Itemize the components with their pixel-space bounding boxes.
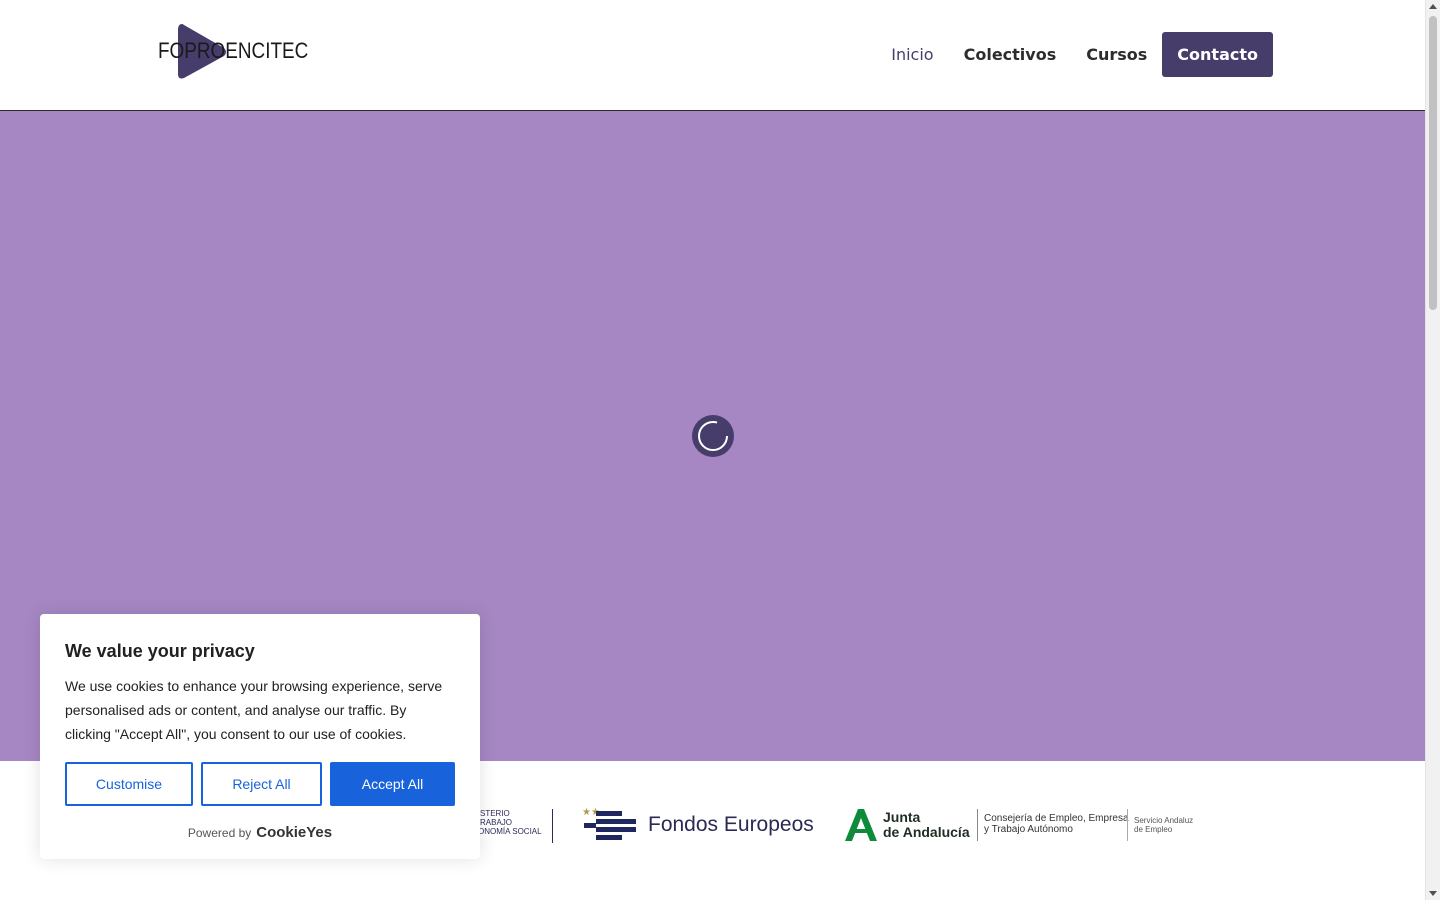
powered-by: Powered by CookieYes xyxy=(65,824,455,841)
cookie-buttons: Customise Reject All Accept All xyxy=(65,762,455,806)
site-logo[interactable]: FOPROENCITEC xyxy=(158,20,308,84)
junta-divider xyxy=(977,809,978,841)
nav-contacto-button[interactable]: Contacto xyxy=(1162,32,1273,77)
ministerio-line: RABAJO xyxy=(480,818,513,827)
ministerio-line: ONOMÍA SOCIAL xyxy=(478,827,542,836)
junta-sae: Servicio Andaluz de Empleo xyxy=(1134,816,1193,834)
fondos-europeos-logo: ★★ Fondos Europeos xyxy=(582,803,814,847)
powered-by-label: Powered by xyxy=(187,825,252,840)
junta-divider xyxy=(1127,809,1128,841)
logo-text: FOPROENCITEC xyxy=(158,38,309,63)
junta-sae-line: Servicio Andaluz xyxy=(1134,816,1194,825)
main-nav: Inicio Colectivos Cursos Contacto xyxy=(876,32,1273,77)
nav-inicio[interactable]: Inicio xyxy=(876,32,948,77)
fondos-europeos-text: Fondos Europeos xyxy=(648,813,814,836)
loading-spinner-icon xyxy=(692,415,734,457)
junta-consejeria: Consejería de Empleo, Empresa y Trabajo … xyxy=(984,813,1129,835)
cookie-title: We value your privacy xyxy=(65,641,255,661)
eu-flag-icon: ★★ xyxy=(582,807,636,840)
ministerio-line: STERIO xyxy=(480,809,510,818)
cookie-description: We use cookies to enhance your browsing … xyxy=(65,678,443,742)
scroll-thumb[interactable] xyxy=(1429,16,1437,310)
scroll-down-arrow-icon[interactable] xyxy=(1429,891,1437,896)
junta-name: Junta de Andalucía xyxy=(883,810,970,840)
junta-name-line: Junta xyxy=(883,809,921,825)
scroll-up-arrow-icon[interactable] xyxy=(1429,4,1437,9)
ministerio-divider xyxy=(552,809,553,843)
cookie-consent-banner: We value your privacy We use cookies to … xyxy=(40,614,480,859)
nav-cursos[interactable]: Cursos xyxy=(1071,32,1162,77)
site-header: FOPROENCITEC Inicio Colectivos Cursos Co… xyxy=(0,0,1425,111)
junta-sae-line: de Empleo xyxy=(1134,825,1173,834)
accept-all-button[interactable]: Accept All xyxy=(330,762,455,806)
junta-name-line: de Andalucía xyxy=(883,824,970,840)
junta-a-icon xyxy=(845,809,877,841)
junta-consejeria-line: Consejería de Empleo, Empresa xyxy=(984,813,1129,824)
customise-button[interactable]: Customise xyxy=(65,762,193,806)
ministerio-logo: STERIO RABAJO ONOMÍA SOCIAL xyxy=(478,809,558,849)
junta-consejeria-line: y Trabajo Autónomo xyxy=(984,824,1073,835)
cookieyes-logo[interactable]: CookieYes xyxy=(256,824,332,841)
nav-colectivos[interactable]: Colectivos xyxy=(949,32,1072,77)
junta-andalucia-logo: Junta de Andalucía Consejería de Empleo,… xyxy=(843,807,1203,847)
reject-all-button[interactable]: Reject All xyxy=(201,762,322,806)
page-scrollbar[interactable] xyxy=(1425,0,1440,900)
